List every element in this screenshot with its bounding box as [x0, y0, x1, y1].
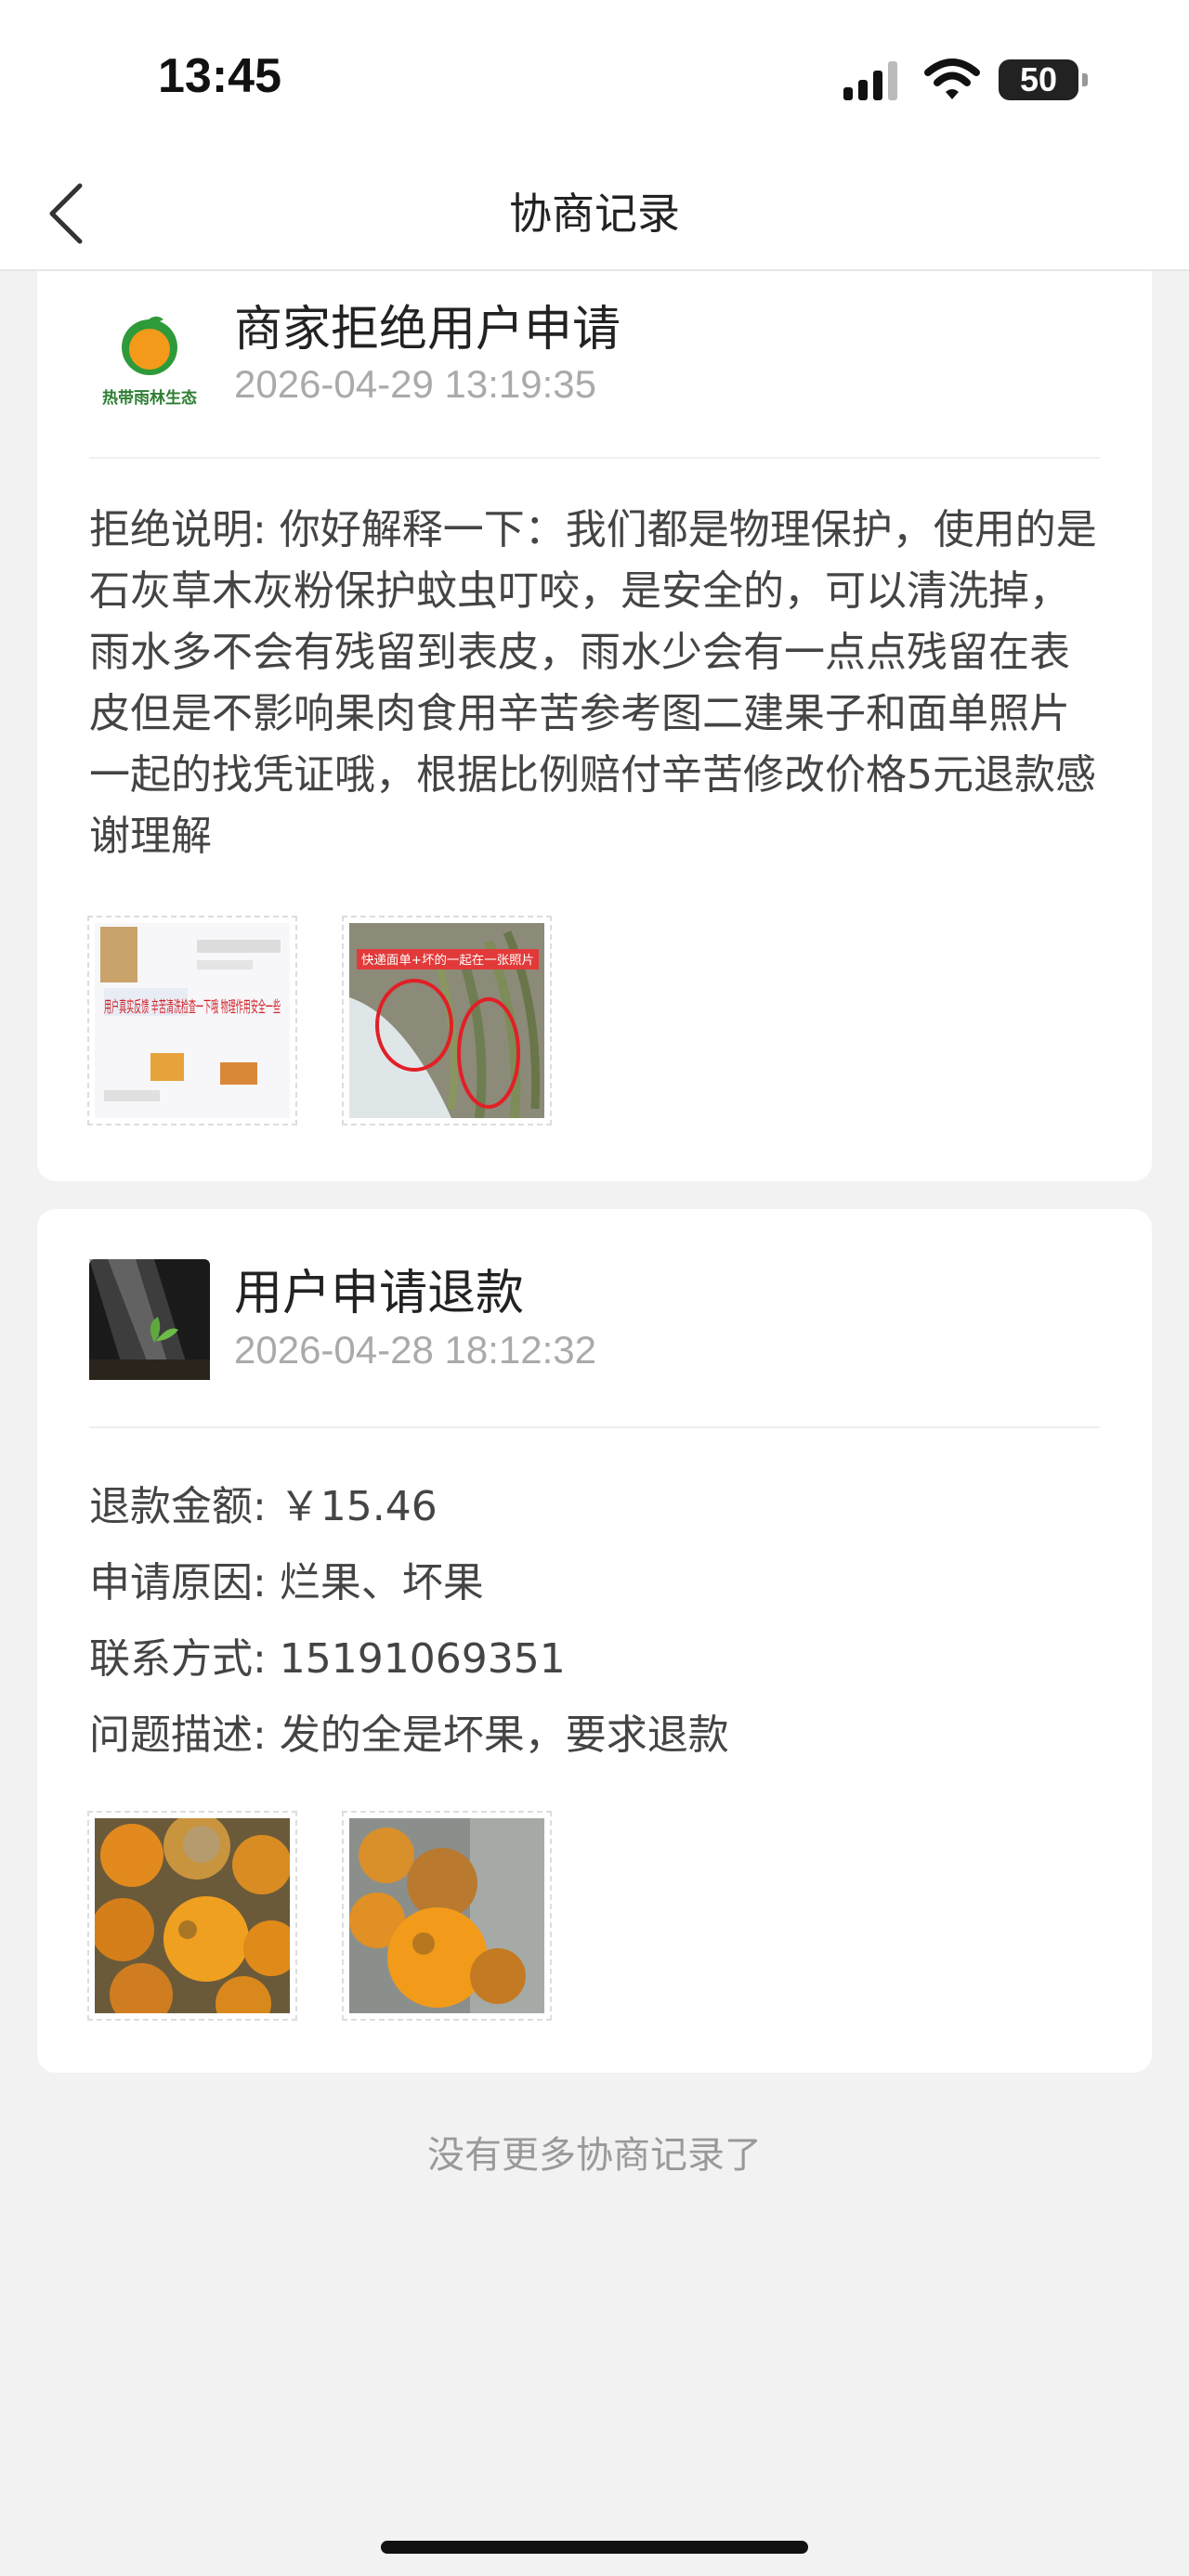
divider [89, 1426, 1100, 1428]
record-title: 用户申请退款 [234, 1266, 525, 1321]
signal-icon [843, 61, 897, 100]
oranges-photo-2-image [349, 1818, 544, 2013]
chat-overlay-text: 用户真实反馈 辛苦清洗检查一下哦 物理作用安全一些 [104, 998, 281, 1017]
beans-overlay-text: 快递面单+坏的一起在一张照片 [361, 953, 534, 968]
reject-description: 拒绝说明: 你好解释一下：我们都是物理保护，使用的是石灰草木灰粉保护蚊虫叮咬，是… [89, 506, 1097, 860]
problem-description: 问题描述: 发的全是坏果，要求退款 [89, 1711, 729, 1759]
oranges-photo-1-image [95, 1818, 290, 2013]
home-indicator[interactable] [381, 2541, 808, 2554]
record-title: 商家拒绝用户申请 [234, 302, 621, 358]
record-time: 2026-04-28 18:12:32 [234, 1328, 596, 1372]
merchant-avatar: 热带雨林生态 [89, 299, 210, 420]
battery-icon: 50 [999, 59, 1088, 100]
contact-info: 联系方式: 15191069351 [89, 1635, 566, 1683]
status-bar: 13:45 50 [0, 0, 1189, 158]
record-card-user-refund: 用户申请退款 2026-04-28 18:12:32 退款金额: ￥15.46 … [37, 1209, 1152, 2073]
evidence-image-oranges-1[interactable] [87, 1811, 297, 2021]
user-avatar [89, 1259, 210, 1380]
status-time: 13:45 [158, 49, 281, 103]
no-more-records: 没有更多协商记录了 [427, 2134, 762, 2177]
navbar: 协商记录 [0, 158, 1189, 271]
chat-screenshot-image: 用户真实反馈 辛苦清洗检查一下哦 物理作用安全一些 [95, 923, 290, 1118]
evidence-image-oranges-2[interactable] [342, 1811, 552, 2021]
beans-photo-image: 快递面单+坏的一起在一张照片 [349, 923, 544, 1118]
record-card-merchant-reject: 热带雨林生态 商家拒绝用户申请 2026-04-29 13:19:35 拒绝说明… [37, 271, 1152, 1181]
user-avatar-image [89, 1259, 210, 1380]
record-time: 2026-04-29 13:19:35 [234, 362, 596, 406]
evidence-image-beans[interactable]: 快递面单+坏的一起在一张照片 [342, 916, 552, 1125]
merchant-logo-icon: 热带雨林生态 [102, 316, 197, 408]
merchant-logo-text: 热带雨林生态 [102, 388, 197, 408]
refund-reason: 申请原因: 烂果、坏果 [89, 1559, 484, 1607]
divider [89, 457, 1100, 459]
evidence-image-chat[interactable]: 用户真实反馈 辛苦清洗检查一下哦 物理作用安全一些 [87, 916, 297, 1125]
battery-level: 50 [1019, 60, 1058, 98]
refund-amount: 退款金额: ￥15.46 [89, 1483, 438, 1530]
wifi-icon [924, 59, 980, 99]
page-title: 协商记录 [509, 189, 680, 239]
